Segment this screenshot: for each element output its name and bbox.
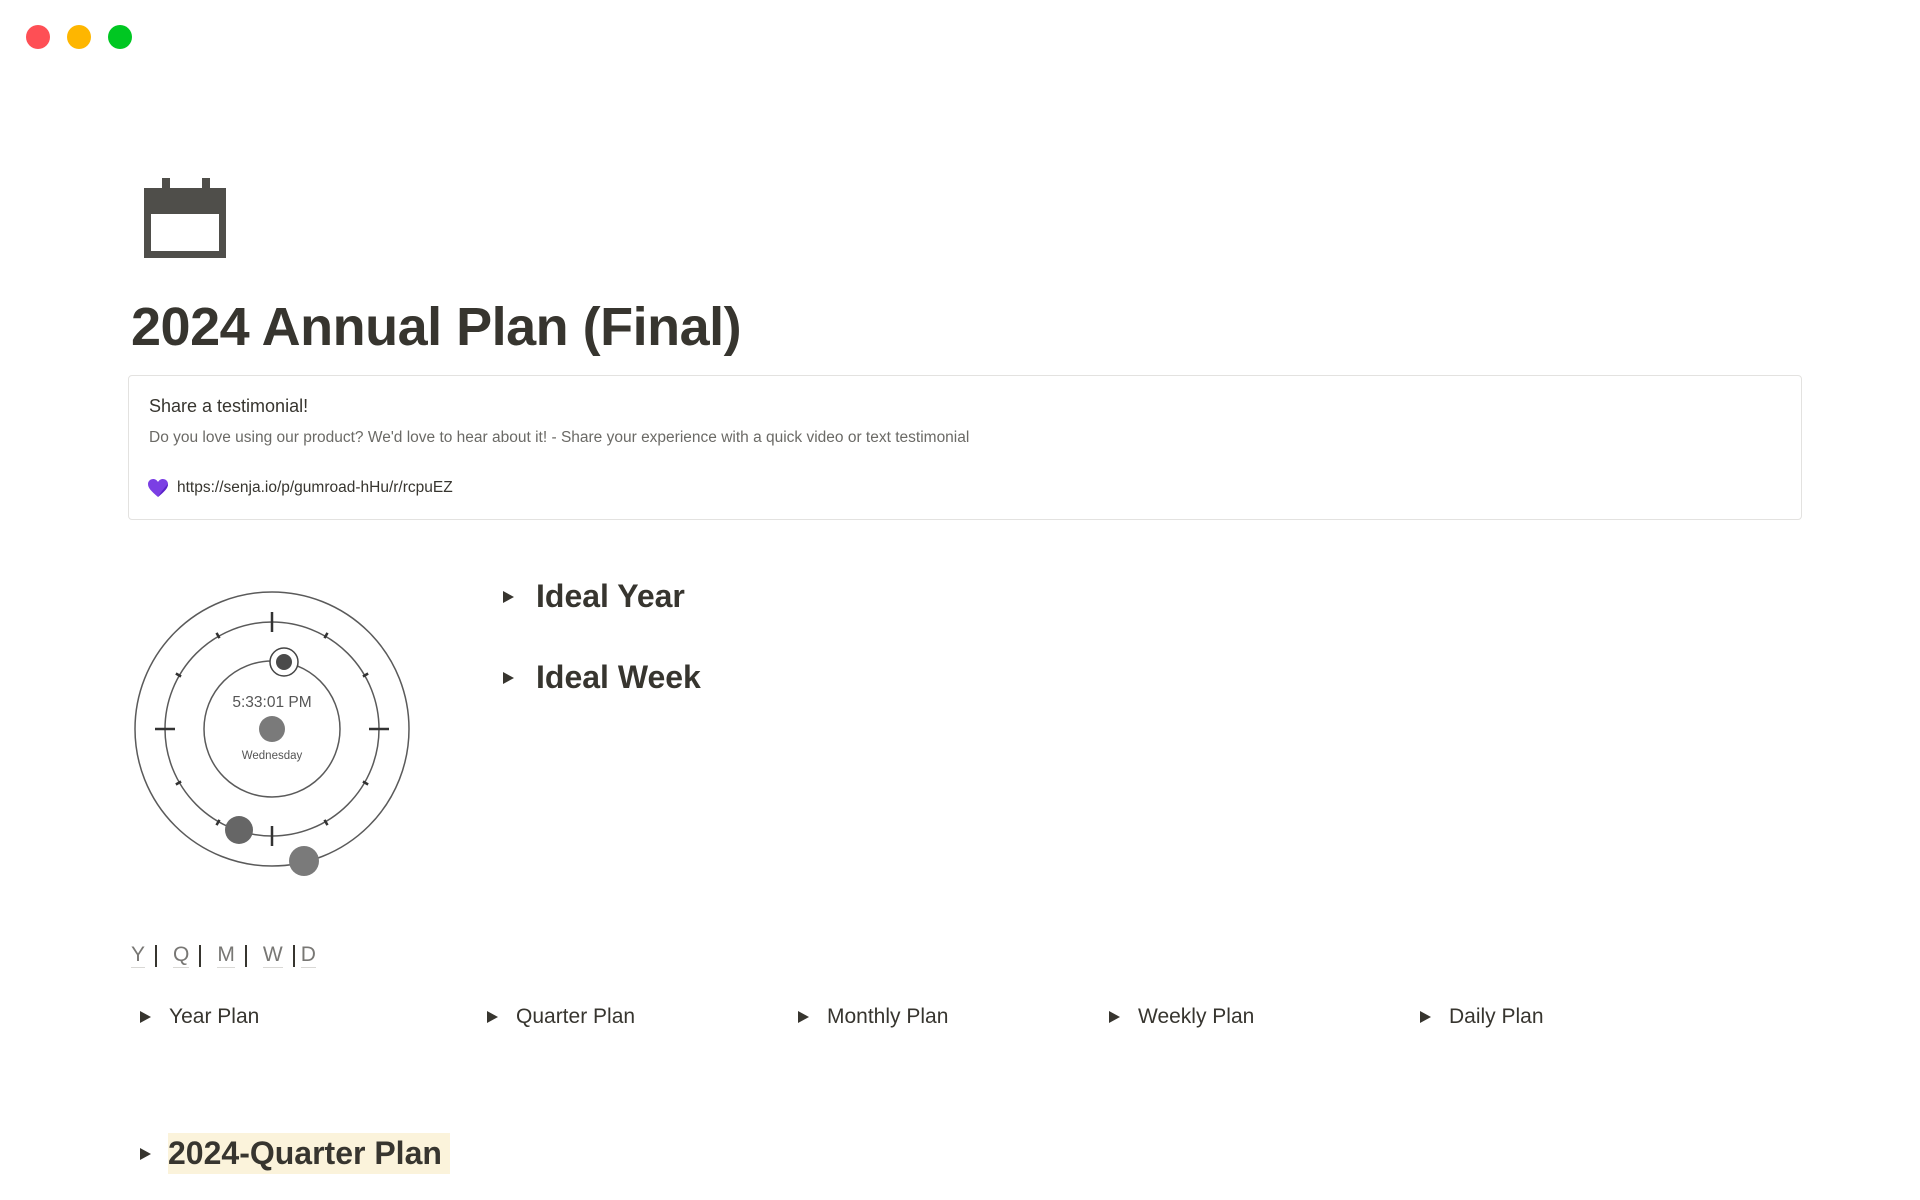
maximize-window-button[interactable] [108,25,132,49]
toggle-triangle-icon [503,671,514,684]
page-title: 2024 Annual Plan (Final) [131,297,742,357]
purple-heart-icon [148,479,168,497]
period-nav: Y Q M W D [131,943,316,969]
period-link-week[interactable]: W [262,943,283,969]
period-link-month[interactable]: M [217,943,235,969]
year-plan-toggle[interactable]: Year Plan [140,1005,259,1029]
nav-divider [155,944,158,967]
toggle-triangle-icon [1420,1011,1431,1023]
quarter-plan-label: Quarter Plan [516,1005,636,1028]
seconds-marker-dot [276,654,292,670]
clock-time: 5:33:01 PM [232,694,311,711]
testimonial-callout: Share a testimonial! Do you love using o… [128,375,1802,520]
window-controls [26,25,132,49]
nav-divider [199,944,202,967]
minimize-window-button[interactable] [67,25,91,49]
period-link-year[interactable]: Y [131,943,146,969]
clock-day: Wednesday [242,750,303,762]
calendar-icon[interactable] [144,178,226,258]
minute-planet [225,816,253,844]
center-dot [259,716,285,742]
monthly-plan-toggle[interactable]: Monthly Plan [798,1005,948,1029]
quarter-plan-section-toggle[interactable]: 2024-Quarter Plan [140,1133,450,1174]
nav-divider [292,944,295,967]
period-link-day[interactable]: D [300,943,316,969]
weekly-plan-label: Weekly Plan [1138,1005,1255,1028]
quarter-plan-section-label: 2024-Quarter Plan [168,1133,450,1174]
toggle-triangle-icon [140,1147,151,1160]
daily-plan-toggle[interactable]: Daily Plan [1420,1005,1544,1029]
callout-description: Do you love using our product? We'd love… [149,429,970,446]
toggle-triangle-icon [1109,1011,1120,1023]
toggle-triangle-icon [798,1011,809,1023]
orbit-clock-widget: 5:33:01 PM Wednesday [134,591,410,876]
testimonial-link[interactable]: https://senja.io/p/gumroad-hHu/r/rcpuEZ [147,478,453,498]
weekly-plan-toggle[interactable]: Weekly Plan [1109,1005,1254,1029]
plan-toggles-row: Year Plan Quarter Plan Monthly Plan Week… [0,1005,1920,1035]
toggle-triangle-icon [487,1011,498,1023]
close-window-button[interactable] [26,25,50,49]
nav-divider [244,944,247,967]
ideal-week-label: Ideal Week [536,659,701,695]
period-link-quarter[interactable]: Q [173,943,190,969]
hour-planet [289,846,319,876]
toggle-triangle-icon [140,1011,151,1023]
ideal-year-toggle[interactable]: Ideal Year [503,578,685,615]
toggle-triangle-icon [503,590,514,603]
ideal-year-label: Ideal Year [536,578,685,614]
daily-plan-label: Daily Plan [1449,1005,1544,1028]
callout-title: Share a testimonial! [149,396,309,416]
monthly-plan-label: Monthly Plan [827,1005,949,1028]
quarter-plan-toggle[interactable]: Quarter Plan [487,1005,635,1029]
ideal-week-toggle[interactable]: Ideal Week [503,659,701,696]
year-plan-label: Year Plan [169,1005,260,1028]
testimonial-link-text: https://senja.io/p/gumroad-hHu/r/rcpuEZ [177,479,453,496]
